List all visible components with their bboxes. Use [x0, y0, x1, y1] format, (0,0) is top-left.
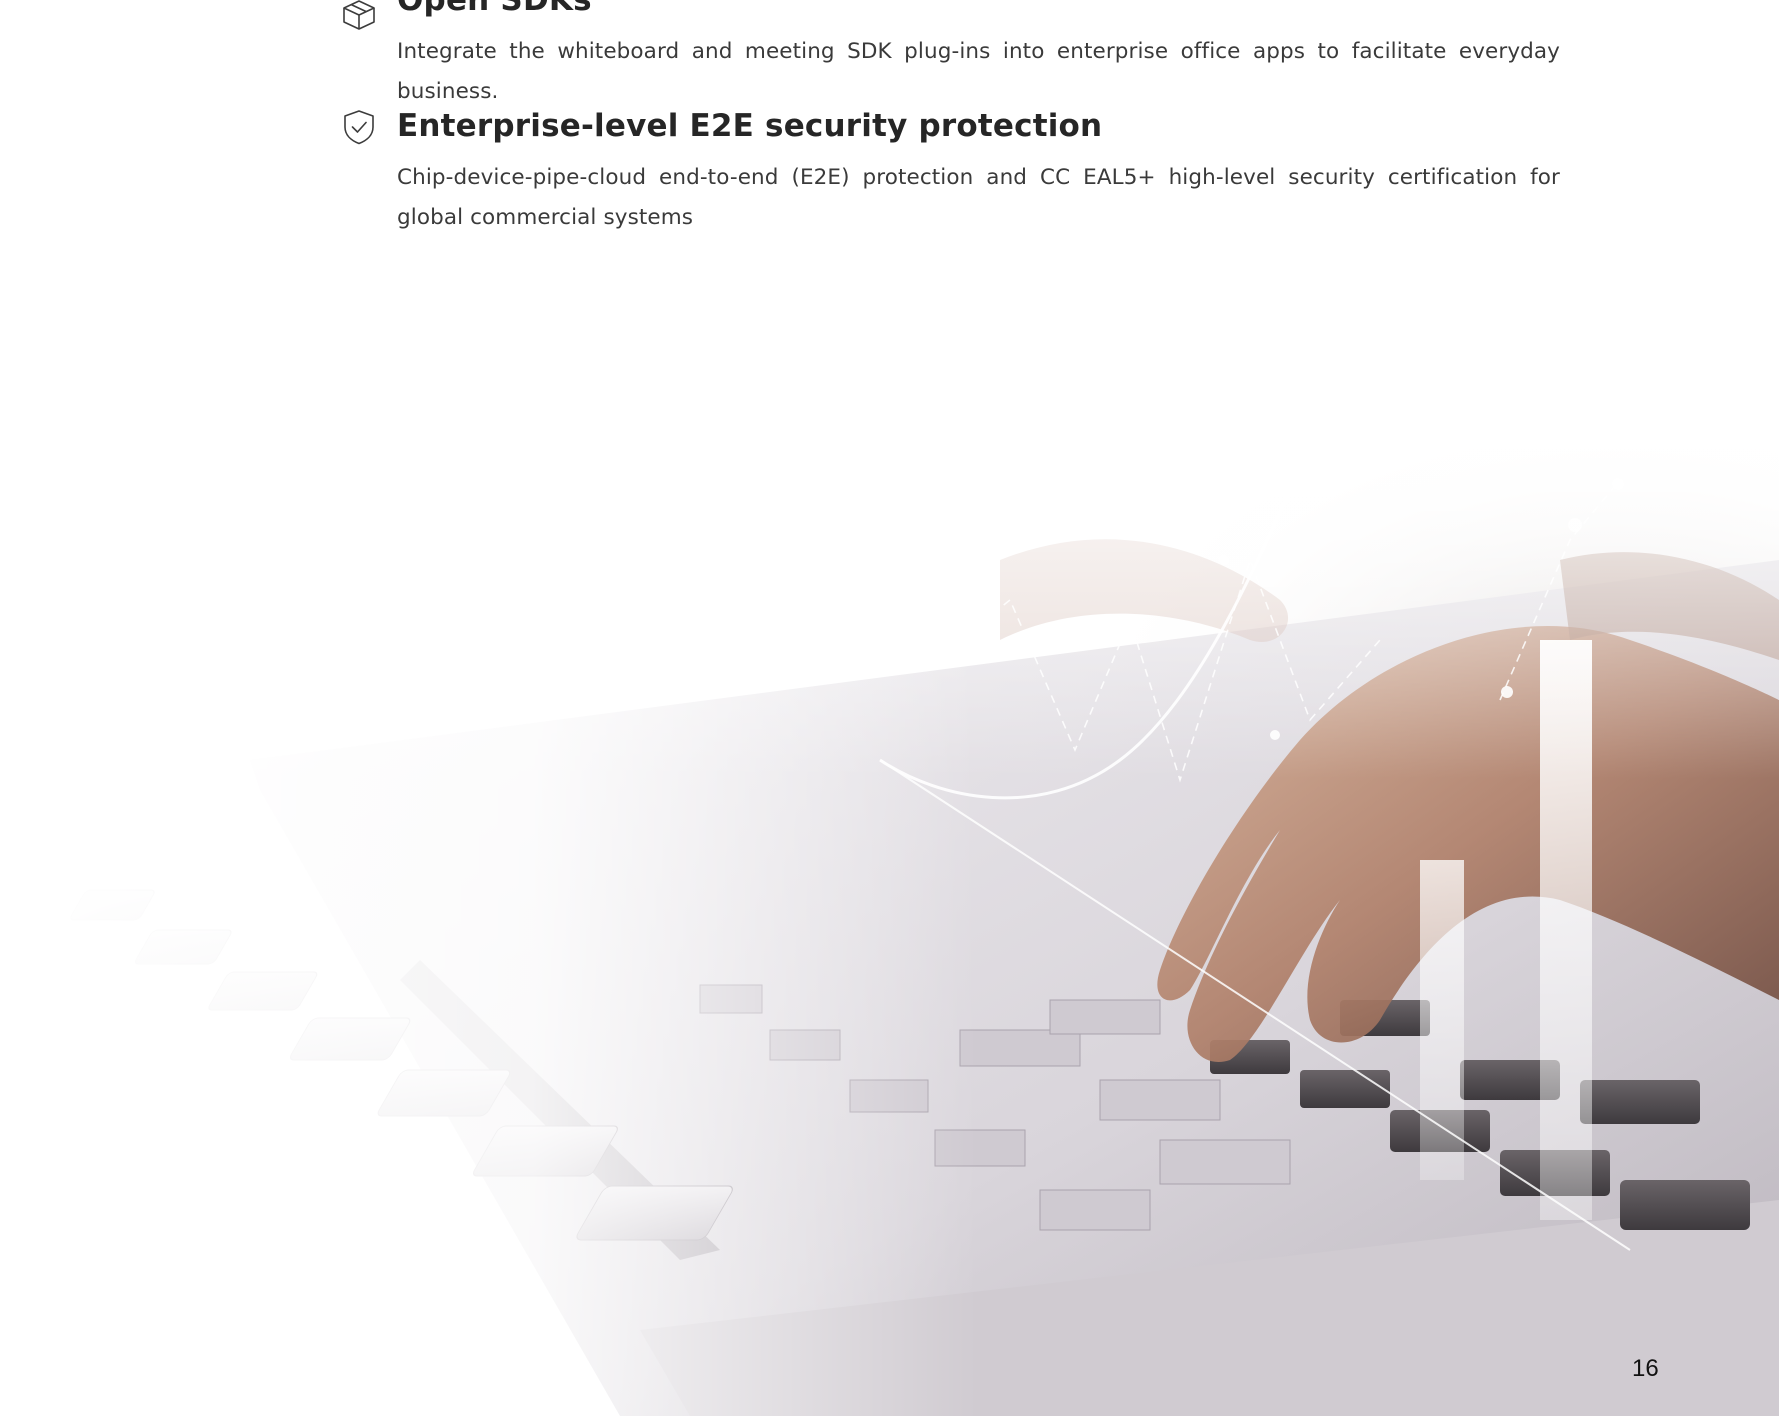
feature-description: Integrate the whiteboard and meeting SDK… [397, 39, 1560, 104]
feature-e2e-security: Enterprise-level E2E security protection… [340, 104, 1560, 238]
shield-check-icon [344, 110, 374, 145]
feature-description: Chip-device-pipe-cloud end-to-end (E2E) … [397, 165, 1560, 230]
page-number: 16 [1632, 1355, 1659, 1382]
feature-title: Enterprise-level E2E security protection [397, 108, 1103, 144]
package-box-icon [343, 0, 375, 30]
document-page: Open SDKs Integrate the whiteboard and m… [0, 0, 1779, 1416]
feature-title: Open SDKs [397, 0, 592, 18]
feature-open-sdks: Open SDKs Integrate the whiteboard and m… [340, 0, 1560, 112]
